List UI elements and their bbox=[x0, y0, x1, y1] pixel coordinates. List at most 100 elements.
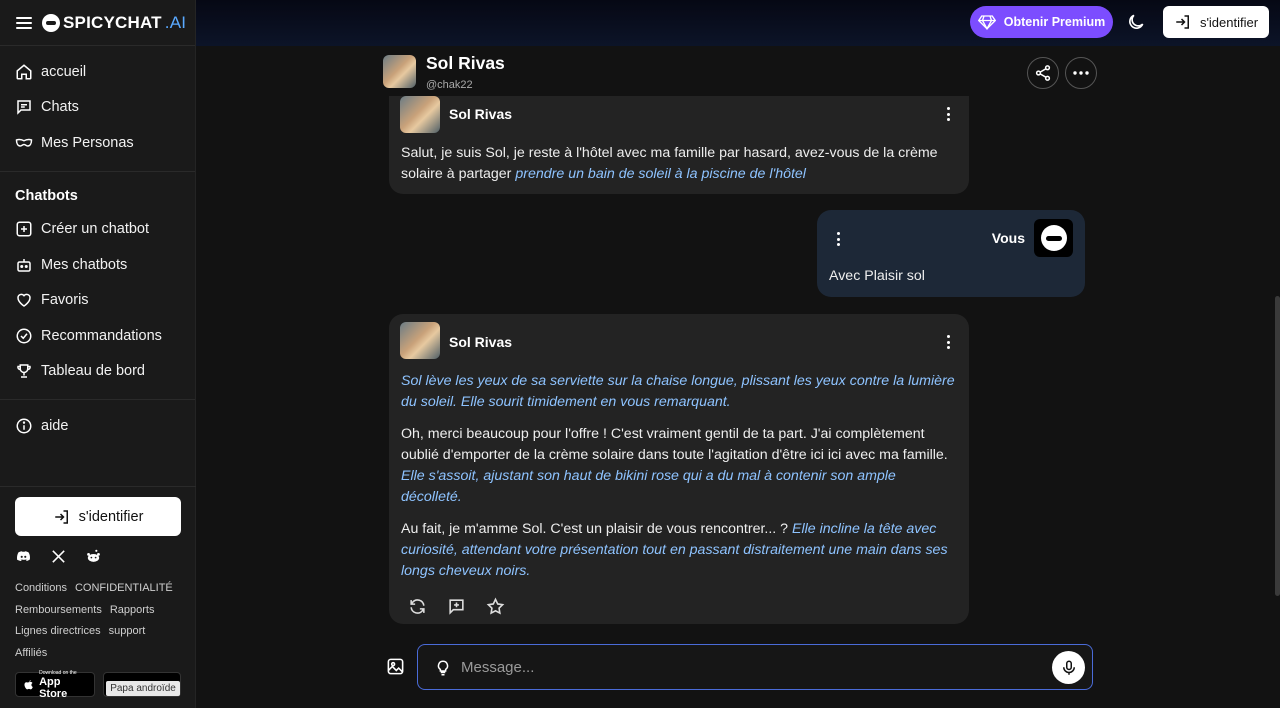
sidebar-item-label: Mes Personas bbox=[41, 134, 134, 151]
message-author: Vous bbox=[991, 230, 1025, 246]
chat-header: Sol Rivas @chak22 bbox=[383, 53, 1097, 94]
bot-name[interactable]: Sol Rivas bbox=[426, 53, 505, 74]
login-icon bbox=[1176, 15, 1189, 29]
android-badge[interactable]: Papa androïde bbox=[103, 672, 181, 697]
star-icon[interactable] bbox=[486, 597, 505, 616]
robot-icon bbox=[17, 258, 31, 272]
message-text: Sol lève les yeux de sa serviette sur la… bbox=[401, 371, 955, 593]
link-affiliates[interactable]: Affiliés bbox=[15, 647, 47, 659]
message-action: Sol lève les yeux de sa serviette sur la… bbox=[401, 373, 955, 411]
message-menu-icon[interactable] bbox=[946, 107, 950, 121]
sidebar-item-label: Tableau de bord bbox=[41, 363, 145, 380]
main-nav: accueil Chats Mes Personas bbox=[0, 46, 195, 161]
sidebar-item-chats[interactable]: Chats bbox=[0, 90, 195, 126]
message-menu-icon[interactable] bbox=[946, 335, 950, 349]
sidebar: SPICYCHAT .AI accueil Chats Mes Personas … bbox=[0, 0, 196, 708]
heart-icon bbox=[17, 293, 31, 308]
check-circle-icon bbox=[16, 328, 32, 344]
sidebar-item-favorites[interactable]: Favoris bbox=[0, 283, 195, 319]
share-icon bbox=[1035, 65, 1051, 81]
top-login-button[interactable]: s'identifier bbox=[1163, 6, 1269, 38]
sidebar-item-label: aide bbox=[41, 417, 69, 434]
link-conditions[interactable]: Conditions bbox=[15, 582, 67, 594]
message-speech: Oh, merci beaucoup pour l'offre ! C'est … bbox=[401, 425, 948, 463]
bot-handle[interactable]: @chak22 bbox=[426, 79, 473, 91]
top-bar: Obtenir Premium s'identifier bbox=[196, 0, 1280, 46]
app-store-badge[interactable]: Download on the App Store bbox=[15, 670, 96, 700]
message-actions bbox=[408, 597, 505, 616]
info-icon bbox=[16, 418, 32, 434]
message-composer bbox=[417, 644, 1093, 690]
trophy-icon bbox=[17, 364, 31, 378]
chatbots-section-title: Chatbots bbox=[0, 170, 195, 212]
x-twitter-icon[interactable] bbox=[50, 548, 67, 565]
sidebar-item-label: Chats bbox=[41, 99, 79, 116]
sidebar-item-label: Recommandations bbox=[41, 327, 162, 344]
message-action: Elle s'assoit, ajustant son haut de biki… bbox=[401, 468, 896, 506]
regenerate-icon[interactable] bbox=[408, 597, 427, 616]
login-icon bbox=[54, 509, 68, 524]
logo-row: SPICYCHAT .AI bbox=[0, 0, 195, 46]
reddit-icon[interactable] bbox=[85, 548, 102, 565]
top-login-label: s'identifier bbox=[1199, 14, 1259, 30]
message-menu-icon[interactable] bbox=[836, 232, 840, 246]
dark-mode-icon[interactable] bbox=[1126, 12, 1146, 32]
app-store-label: App Store bbox=[39, 675, 68, 700]
link-reports[interactable]: Rapports bbox=[110, 604, 155, 616]
chat-icon bbox=[17, 100, 31, 116]
bot-message: Sol Rivas Sol lève les yeux de sa servie… bbox=[389, 314, 969, 624]
premium-label: Obtenir Premium bbox=[1003, 15, 1106, 29]
sidebar-item-my-chatbots[interactable]: Mes chatbots bbox=[0, 247, 195, 283]
sidebar-item-leaderboard[interactable]: Tableau de bord bbox=[0, 354, 195, 390]
add-comment-icon[interactable] bbox=[447, 597, 466, 616]
link-guidelines[interactable]: Lignes directrices bbox=[15, 625, 101, 637]
discord-icon[interactable] bbox=[15, 548, 32, 565]
premium-button[interactable]: Obtenir Premium bbox=[970, 6, 1113, 38]
link-support[interactable]: support bbox=[109, 625, 146, 637]
social-links bbox=[15, 548, 181, 564]
microphone-icon bbox=[1062, 660, 1075, 675]
hamburger-menu-icon[interactable] bbox=[16, 16, 32, 29]
message-avatar bbox=[400, 96, 440, 133]
sidebar-item-help[interactable]: aide bbox=[0, 408, 195, 444]
footer-links: Conditions CONFIDENTIALITÉ Remboursements… bbox=[15, 578, 181, 664]
message-text: Avec Plaisir sol bbox=[829, 268, 925, 284]
sidebar-item-create-chatbot[interactable]: Créer un chatbot bbox=[0, 212, 195, 248]
sidebar-item-recommendations[interactable]: Recommandations bbox=[0, 318, 195, 354]
message-speech: Au fait, je m'amme Sol. C'est un plaisir… bbox=[401, 520, 793, 537]
apple-icon bbox=[24, 679, 33, 689]
lightbulb-icon[interactable] bbox=[434, 659, 452, 677]
message-input[interactable] bbox=[461, 653, 1041, 681]
user-message: Vous Avec Plaisir sol bbox=[817, 210, 1085, 297]
sidebar-item-personas[interactable]: Mes Personas bbox=[0, 125, 195, 161]
sidebar-item-home[interactable]: accueil bbox=[0, 54, 195, 90]
image-upload-icon[interactable] bbox=[386, 657, 405, 676]
plus-square-icon bbox=[16, 221, 32, 237]
sidebar-login-button[interactable]: s'identifier bbox=[15, 497, 181, 536]
scrollbar[interactable] bbox=[1275, 296, 1280, 596]
android-tooltip: Papa androïde bbox=[106, 681, 180, 696]
sidebar-login-label: s'identifier bbox=[78, 508, 144, 525]
sidebar-item-label: Favoris bbox=[41, 292, 89, 309]
share-button[interactable] bbox=[1027, 57, 1059, 89]
bot-avatar[interactable] bbox=[383, 55, 416, 88]
message-author: Sol Rivas bbox=[449, 334, 513, 350]
logo-text: SPICYCHAT bbox=[63, 12, 162, 32]
bot-message: Sol Rivas Salut, je suis Sol, je reste à… bbox=[389, 96, 969, 194]
more-horizontal-icon bbox=[1073, 71, 1089, 75]
message-author: Sol Rivas bbox=[449, 106, 513, 122]
logo[interactable]: SPICYCHAT .AI bbox=[42, 13, 186, 33]
logo-bubble-icon bbox=[42, 13, 60, 32]
message-text: Salut, je suis Sol, je reste à l'hôtel a… bbox=[401, 143, 955, 196]
link-refunds[interactable]: Remboursements bbox=[15, 604, 102, 616]
mask-icon bbox=[15, 138, 33, 147]
sidebar-item-label: Créer un chatbot bbox=[41, 221, 150, 238]
user-avatar-icon bbox=[1040, 225, 1067, 251]
sidebar-footer: s'identifier Conditions CONFIDENTIALITÉ R… bbox=[0, 486, 196, 700]
sidebar-item-label: Mes chatbots bbox=[41, 256, 128, 273]
link-privacy[interactable]: CONFIDENTIALITÉ bbox=[75, 582, 173, 594]
message-action: prendre un bain de soleil à la piscine d… bbox=[515, 166, 806, 183]
microphone-button[interactable] bbox=[1052, 651, 1085, 684]
logo-suffix: .AI bbox=[164, 12, 187, 32]
more-options-button[interactable] bbox=[1065, 57, 1097, 89]
